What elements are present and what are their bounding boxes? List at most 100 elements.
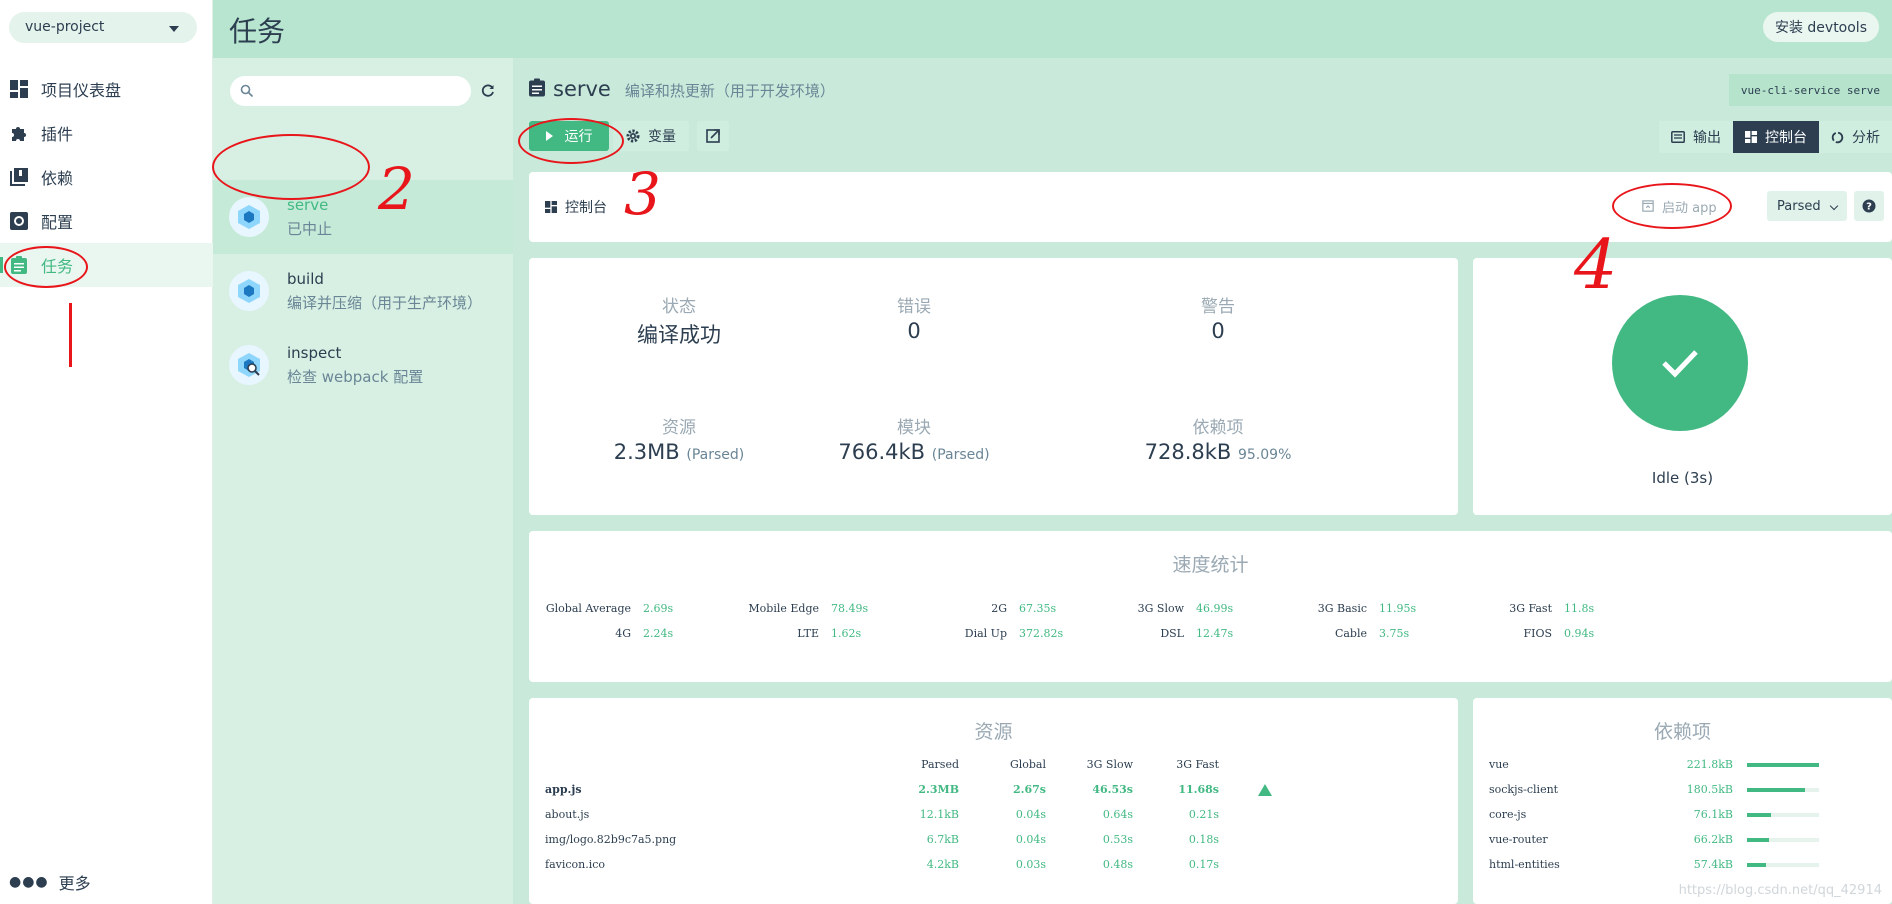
nav-label: 项目仪表盘: [41, 81, 122, 100]
annotation-circle: [4, 246, 88, 288]
nav-item-dashboard[interactable]: 项目仪表盘: [0, 67, 213, 111]
dependency-name: sockjs-client: [1489, 783, 1559, 796]
more-button[interactable]: ●●● 更多: [9, 870, 91, 894]
top-header: 任务 安装 devtools: [213, 0, 1892, 58]
nav-item-dependencies[interactable]: 依赖: [0, 155, 213, 199]
task-item-build[interactable]: build 编译并压缩（用于生产环境）: [213, 254, 513, 328]
assets-card: 资源 Parsed Global 3G Slow 3G Fast app.js 2.3MB…: [529, 698, 1458, 904]
speed-value: 0.94s: [1564, 627, 1595, 640]
install-devtools-button[interactable]: 安装 devtools: [1762, 12, 1879, 42]
speed-value: 78.49s: [831, 602, 869, 615]
task-title: serve 编译和热更新（用于开发环境）: [529, 77, 835, 101]
assets-column-header: Parsed: [921, 758, 959, 771]
message-icon: [1671, 131, 1685, 143]
speed-value: 11.95s: [1379, 602, 1417, 615]
more-label: 更多: [58, 874, 91, 893]
stat-note: 95.09%: [1237, 447, 1292, 463]
speed-label: 3G Slow: [1137, 602, 1184, 615]
annotation-circle: [1612, 183, 1732, 229]
speed-title: 速度统计: [1172, 554, 1249, 576]
view-tabs: 输出 控制台 分析: [1659, 121, 1892, 153]
task-item-inspect[interactable]: inspect 检查 webpack 配置: [213, 328, 513, 402]
annotation-circle: [518, 118, 624, 164]
stat-label: 依赖项: [1192, 418, 1244, 438]
dependency-bar: [1747, 788, 1805, 792]
asset-value: 11.68s: [1178, 783, 1219, 796]
dependency-name: html-entities: [1489, 858, 1560, 871]
refresh-button[interactable]: [475, 78, 501, 104]
asset-name: favicon.ico: [545, 858, 606, 871]
asset-name: img/logo.82b9c7a5.png: [545, 833, 677, 846]
project-select[interactable]: vue-project: [9, 12, 197, 43]
speed-value: 12.47s: [1196, 627, 1234, 640]
asset-value: 0.48s: [1102, 858, 1133, 871]
build-status-card: Idle (3s): [1473, 258, 1892, 515]
annotation-number: 3: [624, 160, 661, 228]
stat-label: 错误: [897, 297, 931, 317]
annotation-number: 2: [378, 155, 415, 223]
speed-value: 3.75s: [1379, 627, 1410, 640]
gear-icon: [626, 129, 640, 143]
stat-number: 728.8kB: [1144, 440, 1232, 464]
search-input[interactable]: [230, 76, 471, 106]
speed-value: 372.82s: [1019, 627, 1064, 640]
task-title-desc: 编译和热更新（用于开发环境）: [624, 82, 835, 100]
dashboard-icon: [545, 201, 557, 213]
asset-value: 0.17s: [1188, 858, 1219, 871]
more-horiz-icon: ●●●: [9, 874, 49, 890]
speed-label: 4G: [615, 627, 631, 640]
speed-value: 2.69s: [643, 602, 674, 615]
asset-value: 6.7kB: [926, 833, 959, 846]
speed-label: LTE: [797, 627, 819, 640]
stat-note: (Parsed): [931, 447, 990, 463]
speed-value: 46.99s: [1196, 602, 1234, 615]
task-name: inspect: [287, 344, 342, 362]
speed-label: 3G Fast: [1509, 602, 1552, 615]
library-books-icon: [9, 167, 29, 187]
nav-item-plugins[interactable]: 插件: [0, 111, 213, 155]
tab-analyzer[interactable]: 分析: [1819, 121, 1892, 153]
speed-label: FIOS: [1523, 627, 1552, 640]
dependencies-card: 依赖项 vue 221.8kB sockjs-client 180.5kB core-j…: [1473, 698, 1892, 904]
assets-column-header: 3G Fast: [1176, 758, 1219, 771]
asset-value: 2.67s: [1013, 783, 1046, 796]
annotation-number: 4: [1574, 226, 1618, 305]
open-external-button[interactable]: [697, 121, 729, 151]
warning-icon: [1258, 784, 1272, 796]
asset-value: 0.64s: [1102, 808, 1133, 821]
stat-errors: 错误 0: [764, 292, 1064, 343]
webpack-icon: [229, 197, 269, 237]
speed-label: Dial Up: [964, 627, 1007, 640]
nav-item-configuration[interactable]: 配置: [0, 199, 213, 243]
status-text: Idle (3s): [1651, 469, 1714, 487]
stat-label: 模块: [897, 418, 931, 438]
size-mode-select[interactable]: Parsed: [1767, 191, 1847, 221]
dependency-size: 221.8kB: [1686, 758, 1733, 771]
chevron-down-icon: [1829, 201, 1839, 211]
speed-value: 1.62s: [831, 627, 862, 640]
dependency-size: 76.1kB: [1693, 808, 1733, 821]
check-icon: [1662, 350, 1698, 378]
speed-stats-card: 速度统计 Global Average 2.69s Mobile Edge 78.49…: [529, 531, 1892, 682]
refresh-icon: [481, 84, 494, 97]
variables-button[interactable]: 变量: [613, 121, 689, 151]
speed-label: 2G: [991, 602, 1007, 615]
stat-modules: 模块 766.4kB (Parsed): [764, 413, 1064, 464]
dependency-bar: [1747, 838, 1769, 842]
tab-dashboard[interactable]: 控制台: [1733, 121, 1819, 153]
stat-label: 警告: [1201, 297, 1235, 317]
tab-output[interactable]: 输出: [1659, 121, 1733, 153]
watermark: https://blog.csdn.net/qq_42914: [1678, 883, 1882, 898]
size-mode-value: Parsed: [1777, 198, 1821, 214]
nav-label: 配置: [41, 213, 74, 232]
success-status: [1612, 295, 1748, 431]
variables-label: 变量: [648, 129, 676, 145]
task-command: vue-cli-service serve: [1728, 74, 1892, 106]
dependency-name: core-js: [1489, 808, 1527, 821]
search-icon: [240, 83, 254, 102]
dashboard-label: 控制台: [545, 197, 607, 217]
tab-label: 控制台: [1765, 130, 1807, 146]
help-button[interactable]: ?: [1854, 191, 1884, 221]
tab-label: 输出: [1693, 130, 1721, 146]
dependency-size: 66.2kB: [1693, 833, 1733, 846]
